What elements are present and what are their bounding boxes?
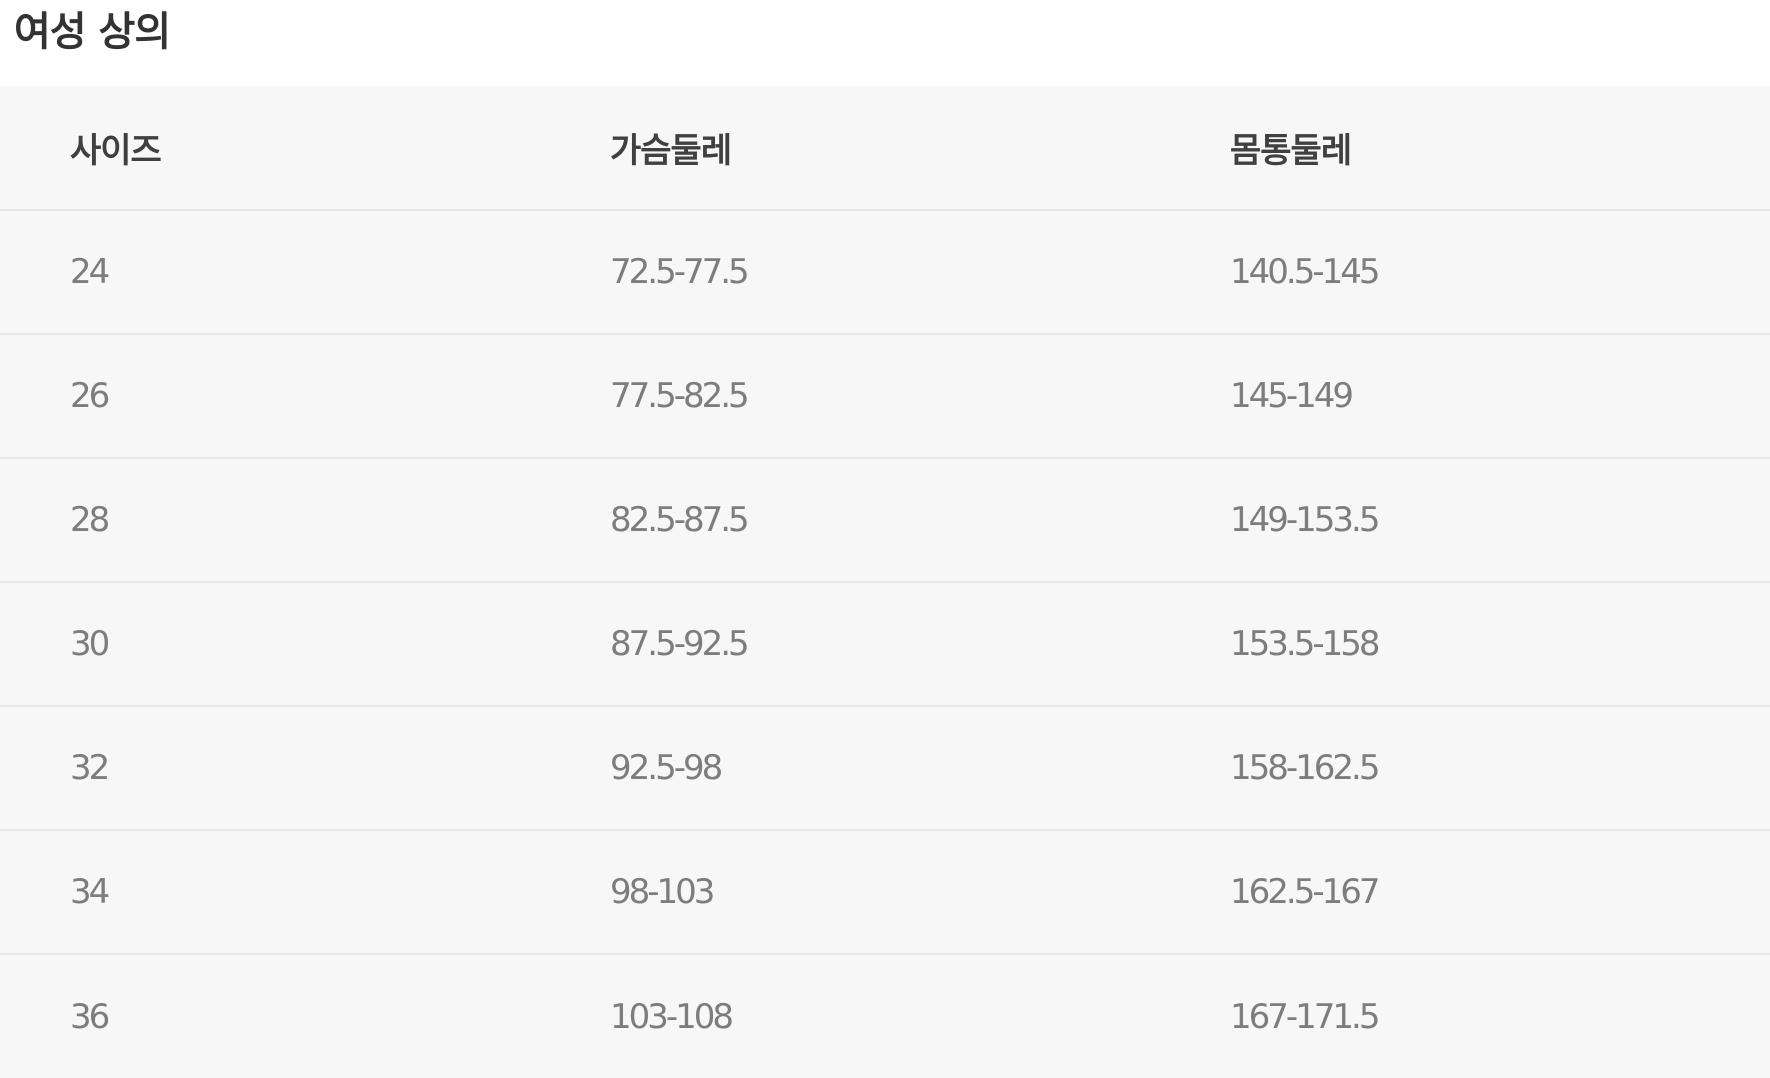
body-cell: 167-171.5 (1230, 996, 1381, 1037)
table-row: 28 82.5-87.5 149-153.5 (0, 458, 1770, 583)
chest-cell: 87.5-92.5 (610, 582, 1230, 707)
size-cell: 24 (0, 210, 610, 335)
page-title: 여성 상의 (14, 9, 171, 55)
column-header-chest: 가슴둘레 (610, 86, 1230, 211)
body-cell: 140.5-145 (1230, 210, 1770, 335)
body-cell: 162.5-167 (1230, 830, 1770, 955)
body-cell: 149-153.5 (1230, 458, 1770, 583)
size-cell: 28 (0, 458, 610, 583)
chest-cell: 98-103 (610, 830, 1230, 955)
column-header-size: 사이즈 (0, 86, 610, 211)
table-row: 24 72.5-77.5 140.5-145 (0, 210, 1770, 335)
table-row: 32 92.5-98 158-162.5 (0, 706, 1770, 831)
chest-cell: 82.5-87.5 (610, 458, 1230, 583)
table-row: 26 77.5-82.5 145-149 (0, 334, 1770, 459)
chest-cell: 92.5-98 (610, 706, 1230, 831)
size-cell: 34 (0, 830, 610, 955)
body-cell: 145-149 (1230, 334, 1770, 459)
size-cell: 30 (0, 582, 610, 707)
chest-cell: 72.5-77.5 (610, 210, 1230, 335)
body-cell: 153.5-158 (1230, 582, 1770, 707)
column-header-body: 몸통둘레 (1230, 86, 1770, 211)
size-cell: 26 (0, 334, 610, 459)
table-row: 30 87.5-92.5 153.5-158 (0, 582, 1770, 707)
table-row: 36 103-108 167-171.5 (0, 954, 1770, 1078)
size-chart-table: 사이즈 가슴둘레 몸통둘레 24 72.5-77.5 140.5-145 26 … (0, 86, 1770, 1078)
chest-cell: 103-108 (610, 996, 734, 1037)
table-row: 34 98-103 162.5-167 (0, 830, 1770, 955)
body-cell: 158-162.5 (1230, 706, 1770, 831)
size-cell: 32 (0, 706, 610, 831)
chest-cell: 77.5-82.5 (610, 334, 1230, 459)
size-cell: 36 (70, 996, 110, 1037)
table-header-row: 사이즈 가슴둘레 몸통둘레 (0, 86, 1770, 211)
